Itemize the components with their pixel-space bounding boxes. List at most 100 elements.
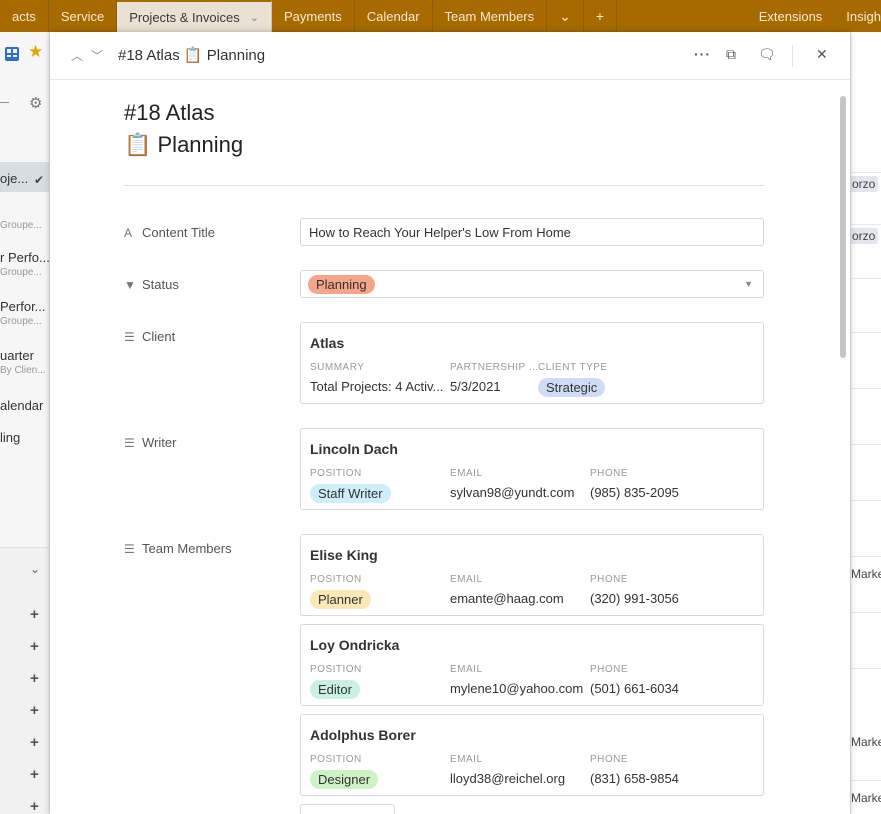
phone-value: (831) 658-9854 — [590, 771, 679, 786]
modal-scrollbar[interactable] — [840, 96, 846, 358]
plus-icon[interactable]: + — [30, 702, 39, 719]
tab-extensions[interactable]: Extensions — [747, 0, 835, 32]
sidebar-item-performance-1[interactable]: r Perfo... Groupe... — [0, 250, 50, 278]
sidebar-item-label: uarter — [0, 348, 34, 363]
summary-label: SUMMARY — [310, 362, 365, 373]
tab-payments[interactable]: Payments — [272, 0, 355, 32]
team-member-card[interactable]: Loy Ondricka POSITION EMAIL PHONE Editor… — [300, 624, 764, 706]
phone-value: (320) 991-3056 — [590, 591, 679, 606]
modal-header: ︿ ﹀ #18 Atlas 📋 Planning ··· ⧉ 🗨 ✕ — [50, 32, 850, 80]
linked-record-icon: ☰ — [124, 542, 135, 556]
sidebar-item-sublabel: Groupe... — [0, 267, 42, 278]
tab-calendar[interactable]: Calendar — [355, 0, 433, 32]
position-badge: Staff Writer — [310, 484, 391, 503]
collapse-icon[interactable]: — — [0, 94, 9, 109]
tab-projects-invoices[interactable]: Projects & Invoices ⌄ — [117, 0, 272, 32]
email-label: EMAIL — [450, 468, 483, 479]
linked-record-icon: ☰ — [124, 436, 135, 450]
record-detail-modal: ︿ ﹀ #18 Atlas 📋 Planning ··· ⧉ 🗨 ✕ #18 A… — [50, 32, 850, 814]
team-member-card[interactable]: Adolphus Borer POSITION EMAIL PHONE Desi… — [300, 714, 764, 796]
status-badge: Planning — [308, 275, 375, 294]
expand-icon[interactable]: ⧉ — [726, 46, 736, 63]
team-member-card[interactable]: Elise King POSITION EMAIL PHONE Planner … — [300, 534, 764, 616]
sidebar-item-sublabel: By Clien... — [0, 365, 46, 376]
writer-name: Lincoln Dach — [310, 441, 398, 457]
table-cell: Marke — [851, 567, 881, 581]
chevron-up-icon[interactable]: ︿ — [71, 47, 83, 64]
chevron-down-icon[interactable]: ﹀ — [91, 47, 103, 64]
sidebar-item-label: Perfor... — [0, 299, 46, 314]
phone-label: PHONE — [590, 468, 629, 479]
close-icon[interactable]: ✕ — [816, 46, 828, 63]
position-label: POSITION — [310, 468, 362, 479]
phone-value: (501) 661-6034 — [590, 681, 679, 696]
email-value: emante@haag.com — [450, 591, 564, 606]
table-cell: Marke — [851, 791, 881, 805]
member-name: Loy Ondricka — [310, 637, 400, 653]
sidebar-item-label: ling — [0, 430, 21, 445]
phone-label: PHONE — [590, 574, 629, 585]
client-name: Atlas — [310, 335, 345, 351]
position-label: POSITION — [310, 664, 362, 675]
position-label: POSITION — [310, 574, 362, 585]
plus-icon[interactable]: + — [30, 798, 39, 814]
title-divider — [124, 185, 764, 186]
tab-projects-invoices-label: Projects & Invoices — [129, 9, 240, 25]
tab-contacts[interactable]: acts — [0, 0, 49, 32]
table-cell: orzo — [851, 176, 879, 192]
chevron-down-icon[interactable]: ⌄ — [30, 562, 40, 576]
sidebar-item-sublabel: Groupe... — [0, 220, 42, 231]
add-tab-plus-icon[interactable]: + — [584, 0, 618, 32]
content-title-input[interactable]: How to Reach Your Helper's Low From Home — [300, 218, 764, 246]
client-label-text: Client — [142, 329, 176, 344]
sidebar-item-grouped[interactable]: Groupe... — [0, 218, 49, 231]
caret-down-icon[interactable]: ▼ — [744, 279, 753, 289]
sidebar-item-performance-2[interactable]: Perfor... Groupe... — [0, 299, 49, 327]
more-tabs-chevron-icon[interactable]: ⌄ — [547, 0, 584, 32]
table-row: Marke — [851, 780, 881, 814]
position-badge: Editor — [310, 680, 360, 699]
partnership-label: PARTNERSHIP ... — [450, 362, 539, 373]
phone-label: PHONE — [590, 754, 629, 765]
writer-label: ☰ Writer — [124, 435, 176, 450]
writer-card[interactable]: Lincoln Dach POSITION EMAIL PHONE Staff … — [300, 428, 764, 510]
chevron-down-icon[interactable]: ⌄ — [250, 11, 259, 24]
partnership-value: 5/3/2021 — [450, 379, 501, 394]
grid-view-icon[interactable] — [5, 47, 19, 61]
table-row: Marke — [851, 668, 881, 749]
sidebar-item-calendar[interactable]: alendar — [0, 398, 49, 413]
text-field-icon: A — [124, 226, 133, 240]
position-label: POSITION — [310, 754, 362, 765]
tab-service[interactable]: Service — [49, 0, 118, 32]
plus-icon[interactable]: + — [30, 766, 39, 783]
sidebar-lower-section — [0, 547, 49, 814]
sidebar-item-label: r Perfo... — [0, 250, 50, 265]
client-type-badge: Strategic — [538, 378, 606, 397]
star-icon[interactable]: ★ — [28, 42, 43, 62]
table-row — [851, 278, 881, 332]
status-select[interactable]: Planning ▼ — [300, 270, 764, 298]
background-table-edge: orzo orzo Marke Marke Marke — [850, 32, 881, 814]
add-team-member-button[interactable] — [300, 804, 395, 814]
sidebar-item-scheduling[interactable]: ling — [0, 430, 49, 445]
comment-icon[interactable]: 🗨 — [758, 46, 776, 63]
phone-value: (985) 835-2095 — [590, 485, 679, 500]
plus-icon[interactable]: + — [30, 734, 39, 751]
more-options-icon[interactable]: ··· — [694, 46, 711, 62]
plus-icon[interactable]: + — [30, 670, 39, 687]
status-label-text: Status — [142, 277, 179, 292]
email-label: EMAIL — [450, 754, 483, 765]
sidebar-item-sublabel: Groupe... — [0, 316, 42, 327]
gear-icon[interactable]: ⚙ — [29, 94, 42, 112]
member-name: Elise King — [310, 547, 378, 563]
email-value: lloyd38@reichel.org — [450, 771, 566, 786]
sidebar-item-quarter[interactable]: uarter By Clien... — [0, 348, 49, 376]
modal-header-title: #18 Atlas 📋 Planning — [118, 47, 266, 64]
client-card[interactable]: Atlas SUMMARY PARTNERSHIP ... CLIENT TYP… — [300, 322, 764, 404]
summary-value: Total Projects: 4 Activ... — [310, 379, 444, 394]
tab-insights[interactable]: Insigh — [834, 0, 881, 32]
plus-icon[interactable]: + — [30, 638, 39, 655]
phone-label: PHONE — [590, 664, 629, 675]
tab-team-members[interactable]: Team Members — [433, 0, 548, 32]
plus-icon[interactable]: + — [30, 606, 39, 623]
